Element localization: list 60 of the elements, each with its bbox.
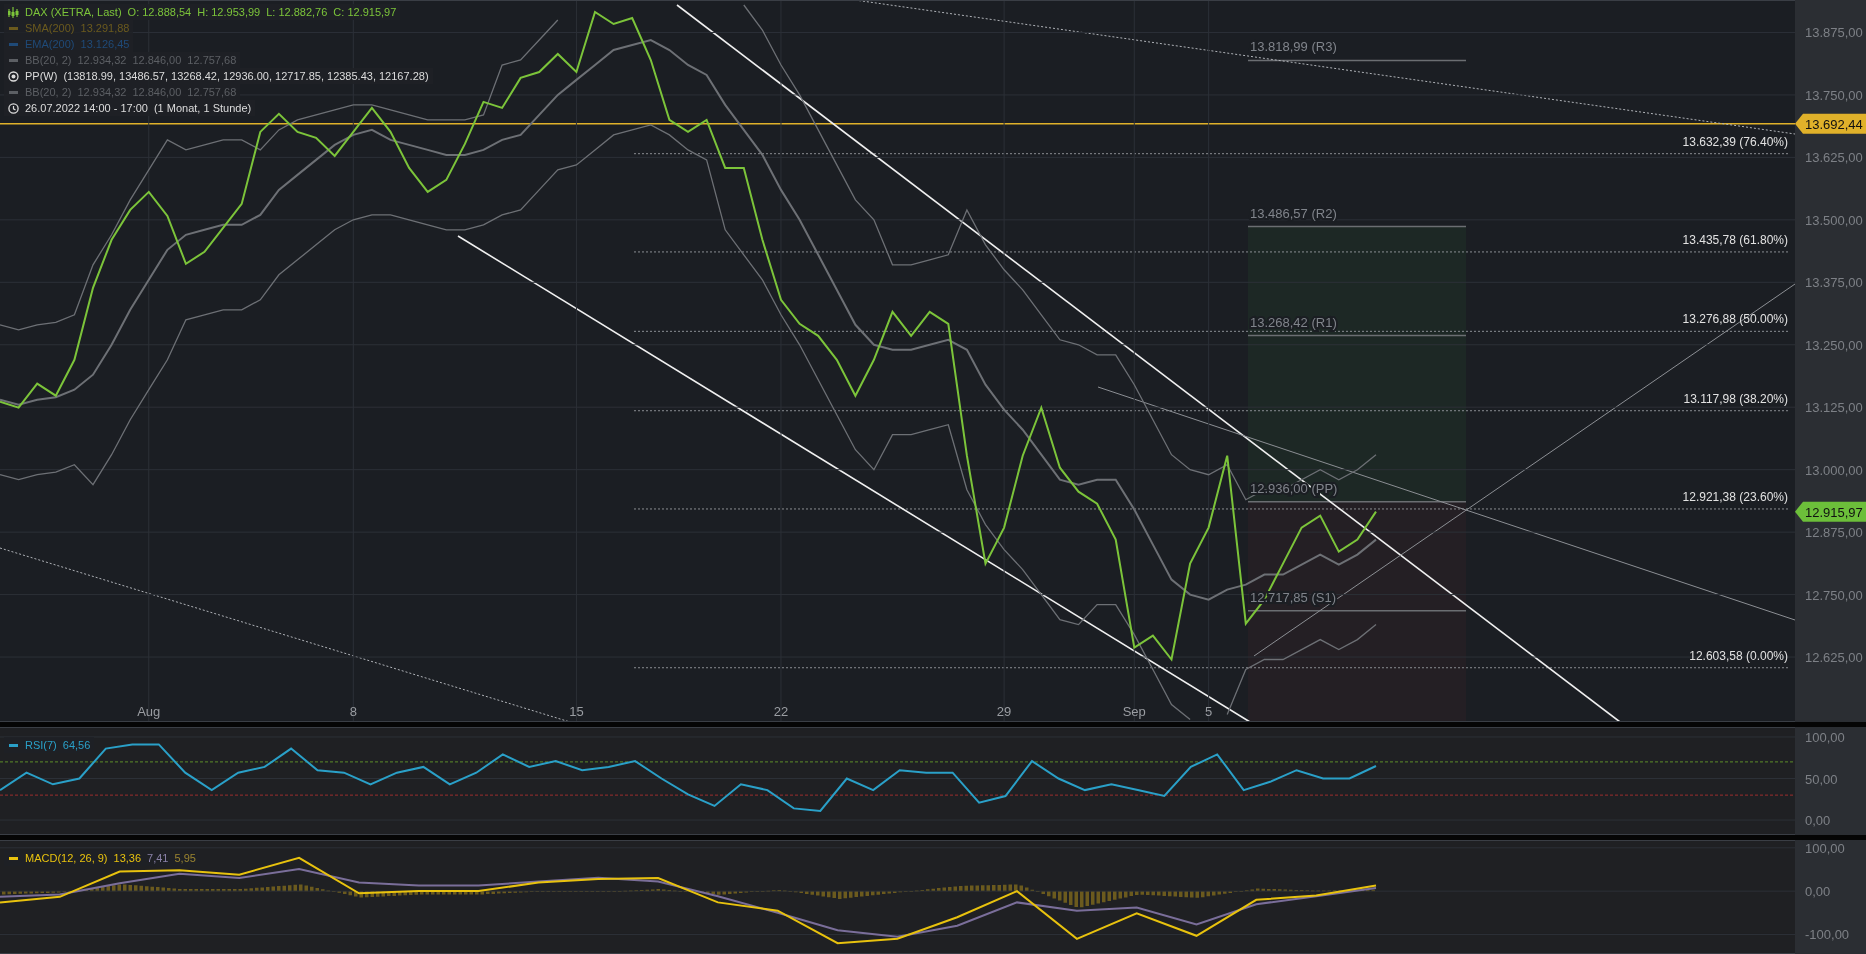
axis-label: 5	[1205, 704, 1213, 719]
axis-label: 13.375,00	[1805, 275, 1863, 291]
legend-name: EMA(200)	[25, 37, 75, 51]
legend-value: (13818.99, 13486.57, 13268.42, 12936.00, 12717.85, 12385.43, 12167.28)	[63, 69, 429, 83]
legend-value: 7,41	[147, 851, 169, 865]
axis-label: 100,00	[1805, 840, 1845, 856]
fib-label: 12.603,58 (0.00%)	[1689, 648, 1788, 663]
legend-name: MACD(12, 26, 9)	[25, 851, 108, 865]
axis-label: 29	[996, 704, 1012, 719]
fib-label: 13.435,78 (61.80%)	[1682, 232, 1788, 247]
legend-value: 64,56	[62, 738, 91, 752]
axis-label: 0,00	[1805, 813, 1831, 829]
legend-value: O: 12.888,54	[127, 5, 192, 19]
fib-label: 13.117,98 (38.20%)	[1683, 391, 1788, 406]
axis-label: 100,00	[1805, 729, 1845, 745]
legend-value: 12.757,68	[187, 53, 237, 67]
axis-label: 0,00	[1805, 884, 1831, 900]
legend-value: C: 12.915,97	[333, 5, 397, 19]
legend-value: L: 12.882,76	[266, 5, 328, 19]
axis-label: 12.625,00	[1805, 650, 1863, 666]
axis-label: 50,00	[1805, 771, 1838, 787]
axis-label: 13.875,00	[1805, 25, 1863, 41]
fib-label: 13.276,88 (50.00%)	[1682, 312, 1788, 327]
pivot-label: 13.268,42 (R1)	[1250, 314, 1337, 330]
legend-value: 12.757,68	[187, 85, 237, 99]
legend-value: (1 Monat, 1 Stunde)	[153, 101, 252, 115]
legend-value: H: 12.953,99	[197, 5, 261, 19]
axis-label: 12.875,00	[1805, 525, 1863, 541]
legend-name: SMA(200)	[25, 21, 75, 35]
axis-label: -100,00	[1805, 927, 1850, 943]
axis-label: 13.500,00	[1805, 212, 1863, 228]
pivot-label: 13.486,57 (R2)	[1250, 205, 1337, 221]
legend-name: 26.07.2022 14:00 - 17:00	[25, 101, 148, 115]
axis-label: 13.750,00	[1805, 87, 1863, 103]
axis-label: 13.250,00	[1805, 337, 1863, 353]
legend-value: 12.934,32	[77, 85, 127, 99]
legend-value: 5,95	[174, 851, 196, 865]
axis-label: 13.125,00	[1805, 400, 1863, 416]
legend-value: 13.291,88	[80, 21, 130, 35]
axis-label: 12.750,00	[1805, 587, 1863, 603]
fib-label: 12.921,38 (23.60%)	[1682, 489, 1788, 504]
legend-name: PP(W)	[25, 69, 58, 83]
legend-name: BB(20, 2)	[25, 85, 72, 99]
legend-value: 12.846,00	[132, 53, 182, 67]
axis-label: 13.000,00	[1805, 462, 1863, 478]
legend-value: 12.846,00	[132, 85, 182, 99]
legend-name: BB(20, 2)	[25, 53, 72, 67]
axis-label: Sep	[1122, 704, 1146, 719]
legend-name: RSI(7)	[25, 738, 57, 752]
axis-label: 8	[349, 704, 357, 719]
legend-value: 13,36	[113, 851, 142, 865]
axis-label: Aug	[137, 704, 161, 719]
fib-label: 13.632,39 (76.40%)	[1682, 134, 1788, 149]
legend-value: 13.126,45	[80, 37, 130, 51]
pivot-label: 13.818,99 (R3)	[1250, 39, 1337, 55]
legend-name: DAX (XETRA, Last)	[25, 5, 122, 19]
axis-label: 22	[773, 704, 789, 719]
axis-label: 13.625,00	[1805, 150, 1863, 166]
axis-label: 15	[569, 704, 584, 719]
legend-value: 12.934,32	[77, 53, 127, 67]
